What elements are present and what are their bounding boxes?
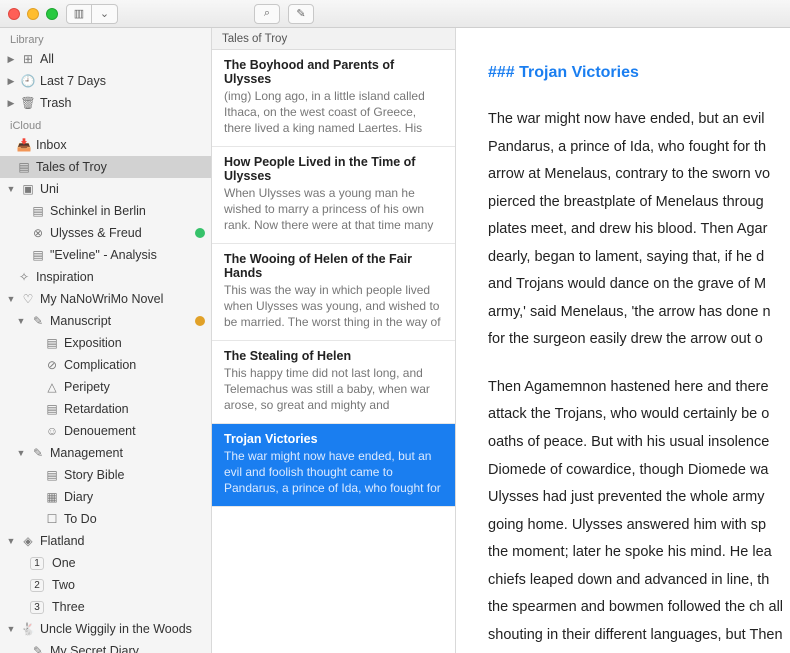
pen-icon: ✎ [30, 314, 46, 328]
note-title: How People Lived in the Time of Ulysses [224, 155, 443, 183]
sidebar-item-todo[interactable]: ☐To Do [0, 508, 211, 530]
sidebar-item-exposition[interactable]: ▤Exposition [0, 332, 211, 354]
sidebar-item-denouement[interactable]: ☺Denouement [0, 420, 211, 442]
library-sidebar: Library ▶⊞All ▶🕘Last 7 Days ▶🗑Trash iClo… [0, 28, 212, 653]
note-list-item[interactable]: Trojan Victories The war might now have e… [212, 424, 455, 507]
trash-icon: 🗑 [20, 96, 36, 110]
folder-icon: ▣ [20, 182, 36, 196]
sidebar-item-inspiration[interactable]: ✧Inspiration [0, 266, 211, 288]
note-list-item[interactable]: The Boyhood and Parents of Ulysses(img) … [212, 50, 455, 147]
sidebar-item-story-bible[interactable]: ▤Story Bible [0, 464, 211, 486]
search-button[interactable]: ⌕ [254, 4, 280, 24]
sidebar-item-ulysses-freud[interactable]: ⊗Ulysses & Freud [0, 222, 211, 244]
sidebar-item-tales-of-troy[interactable]: ▤Tales of Troy [0, 156, 211, 178]
note-title: Trojan Victories [224, 432, 443, 446]
sidebar-item-three[interactable]: 3Three [0, 596, 211, 618]
icloud-section-label: iCloud [0, 114, 211, 134]
window-controls [8, 8, 58, 20]
sidebar-item-secret-diary[interactable]: ✎My Secret Diary [0, 640, 211, 653]
status-badge [195, 316, 205, 326]
sidebar-item-all[interactable]: ▶⊞All [0, 48, 211, 70]
note-list-item[interactable]: The Stealing of Helen This happy time did… [212, 341, 455, 424]
sidebar-item-last7days[interactable]: ▶🕘Last 7 Days [0, 70, 211, 92]
note-excerpt: (img) Long ago, in a little island calle… [224, 88, 443, 136]
note-title: The Wooing of Helen of the Fair Hands [224, 252, 443, 280]
sidebar-item-two[interactable]: 2Two [0, 574, 211, 596]
sidebar-group-wiggily[interactable]: ▼🐇Uncle Wiggily in the Woods [0, 618, 211, 640]
sidebar-group-flatland[interactable]: ▼◈Flatland [0, 530, 211, 552]
sidebar-toggle-button[interactable]: ▥ [66, 4, 92, 24]
clock-icon: 🕘 [20, 74, 36, 88]
document-heading: ### Trojan Victories [488, 64, 790, 82]
library-section-label: Library [0, 28, 211, 48]
note-excerpt: When Ulysses was a young man he wished t… [224, 185, 443, 233]
minimize-window-button[interactable] [27, 8, 39, 20]
status-badge [195, 228, 205, 238]
heart-icon: ♡ [20, 292, 36, 306]
note-title: The Stealing of Helen [224, 349, 443, 363]
note-excerpt: This happy time did not last long, and T… [224, 365, 443, 413]
search-icon: ⌕ [264, 7, 270, 20]
pen-icon: ✎ [30, 446, 46, 460]
sidebar-group-manuscript[interactable]: ▼✎Manuscript [0, 310, 211, 332]
sidebar-item-schinkel[interactable]: ▤Schinkel in Berlin [0, 200, 211, 222]
sidebar-group-management[interactable]: ▼✎Management [0, 442, 211, 464]
close-window-button[interactable] [8, 8, 20, 20]
sidebar-item-eveline[interactable]: ▤"Eveline" - Analysis [0, 244, 211, 266]
compose-button[interactable]: ✎ [288, 4, 314, 24]
zoom-window-button[interactable] [46, 8, 58, 20]
note-list-header: Tales of Troy [212, 28, 455, 50]
note-list: Tales of Troy The Boyhood and Parents of… [212, 28, 456, 653]
sidebar-group-novel[interactable]: ▼♡My NaNoWriMo Novel [0, 288, 211, 310]
document-paragraph: Then Agamemnon hastened here and there a… [488, 374, 790, 653]
note-title: The Boyhood and Parents of Ulysses [224, 58, 443, 86]
grid-icon: ⊞ [20, 52, 36, 66]
rabbit-icon: 🐇 [20, 622, 36, 636]
sidebar-item-one[interactable]: 1One [0, 552, 211, 574]
sidebar-layout-menu[interactable]: ⌄ [92, 4, 118, 24]
layers-icon: ◈ [20, 534, 36, 548]
note-excerpt: This was the way in which people lived w… [224, 282, 443, 330]
note-list-item[interactable]: The Wooing of Helen of the Fair HandsThi… [212, 244, 455, 341]
sidebar-item-diary[interactable]: ▦Diary [0, 486, 211, 508]
sidebar-group-uni[interactable]: ▼▣Uni [0, 178, 211, 200]
sidebar-item-peripety[interactable]: △Peripety [0, 376, 211, 398]
sparkle-icon: ✧ [16, 270, 32, 284]
stack-icon: ▤ [16, 160, 32, 174]
sidebar-item-retardation[interactable]: ▤Retardation [0, 398, 211, 420]
sidebar-item-inbox[interactable]: 📥Inbox [0, 134, 211, 156]
inbox-icon: 📥 [16, 138, 32, 152]
document-paragraph: The war might now have ended, but an evi… [488, 106, 790, 354]
sidebar-item-trash[interactable]: ▶🗑Trash [0, 92, 211, 114]
editor-pane[interactable]: ### Trojan Victories The war might now h… [456, 28, 790, 653]
compose-icon: ✎ [296, 7, 305, 20]
sidebar-item-complication[interactable]: ⊘Complication [0, 354, 211, 376]
note-list-item[interactable]: How People Lived in the Time of UlyssesW… [212, 147, 455, 244]
titlebar: ▥ ⌄ ⌕ ✎ [0, 0, 790, 28]
note-excerpt: The war might now have ended, but an evi… [224, 448, 443, 496]
